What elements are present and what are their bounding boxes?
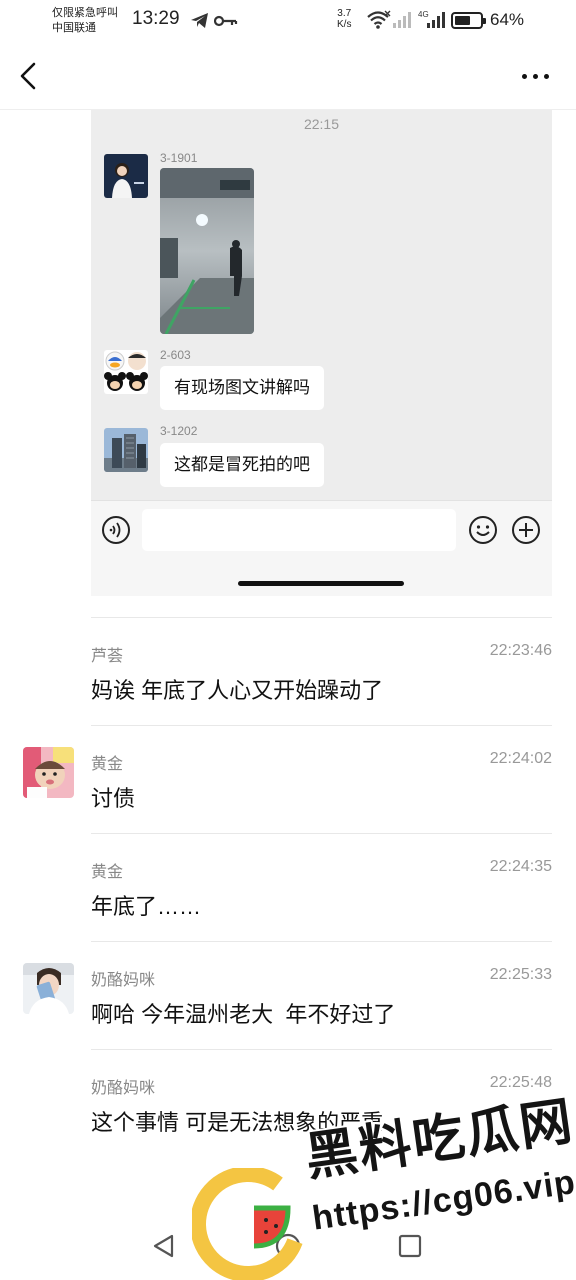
message-time: 22:25:33 [489, 966, 552, 983]
embedded-avatar-1 [104, 154, 148, 198]
add-attachment-icon[interactable] [511, 515, 541, 545]
nav-bar [0, 44, 576, 110]
net-speed-value: 3.7 [337, 8, 352, 19]
message-sender: 黄金 [91, 864, 124, 881]
message-time: 22:23:46 [489, 642, 552, 659]
battery-icon [451, 12, 486, 29]
embedded-avatar-3 [104, 428, 148, 472]
list-item: 奶酪妈咪 22:25:48 这个事情 可是无法想象的严重 [0, 1049, 576, 1157]
message-time: 22:25:48 [489, 1074, 552, 1091]
embedded-input-bar [91, 500, 552, 596]
message-text[interactable]: 年底了…… [91, 889, 201, 921]
voice-input-icon[interactable] [101, 515, 131, 545]
nav-recents-icon[interactable] [396, 1232, 424, 1260]
message-sender: 奶酪妈咪 [91, 972, 156, 989]
list-item: 黄金 22:24:02 讨债 [0, 725, 576, 833]
status-bar: 仅限紧急呼叫 中国联通 13:29 3.7 K/s 4G 64% [0, 0, 576, 44]
message-sender: 奶酪妈咪 [91, 1080, 156, 1097]
embedded-parking-photo[interactable] [160, 168, 254, 334]
message-text[interactable]: 妈诶 年底了人心又开始躁动了 [91, 673, 383, 705]
embedded-sender-2: 2-603 [160, 348, 191, 362]
signal-4g-icon: 4G [418, 10, 445, 28]
emoji-icon[interactable] [468, 515, 498, 545]
embedded-timestamp: 22:15 [303, 116, 340, 132]
embedded-avatar-2 [104, 350, 148, 394]
signal-bars-icon-1 [393, 12, 411, 28]
message-text[interactable]: 讨债 [91, 781, 135, 813]
avatar[interactable] [23, 963, 74, 1014]
carrier-line-1: 仅限紧急呼叫 [52, 7, 118, 19]
carrier-info: 仅限紧急呼叫 中国联通 [52, 6, 118, 36]
list-item: 奶酪妈咪 22:25:33 啊哈 今年温州老大 年不好过了 [0, 941, 576, 1049]
system-navigation-bar [0, 1214, 576, 1280]
embedded-sender-3: 3-1202 [160, 424, 198, 438]
nav-back-icon[interactable] [150, 1232, 178, 1260]
nav-home-icon[interactable] [274, 1232, 302, 1260]
telegram-icon [191, 13, 208, 28]
carrier-line-2: 中国联通 [52, 22, 96, 34]
svg-text:4G: 4G [418, 10, 429, 19]
message-text[interactable]: 这个事情 可是无法想象的严重 [91, 1105, 383, 1137]
message-time: 22:24:02 [489, 750, 552, 767]
message-text[interactable]: 啊哈 今年温州老大 年不好过了 [91, 997, 395, 1029]
message-time: 22:24:35 [489, 858, 552, 875]
message-sender: 芦荟 [91, 648, 124, 665]
list-item: 黄金 22:24:35 年底了…… [0, 833, 576, 941]
avatar[interactable] [23, 747, 74, 798]
embedded-home-indicator [238, 581, 404, 586]
key-icon [214, 15, 238, 27]
embedded-chat-screenshot[interactable]: 22:15 3-1901 2-603 有现场图文讲解吗 3-1202 这都是冒死… [91, 110, 552, 596]
embedded-sender-1: 3-1901 [160, 151, 198, 165]
embedded-message-bubble-2: 有现场图文讲解吗 [160, 366, 324, 410]
embedded-message-bubble-3: 这都是冒死拍的吧 [160, 443, 324, 487]
status-clock: 13:29 [132, 8, 180, 29]
message-sender: 黄金 [91, 756, 124, 773]
more-options-button[interactable] [518, 64, 554, 88]
net-speed-unit: K/s [337, 19, 352, 30]
net-speed: 3.7 K/s [337, 8, 351, 30]
embedded-message-input[interactable] [142, 509, 456, 551]
list-item: 芦荟 22:23:46 妈诶 年底了人心又开始躁动了 [0, 617, 576, 725]
back-arrow-icon[interactable] [14, 58, 48, 94]
wifi-icon [367, 10, 391, 29]
battery-percent: 64% [490, 10, 525, 29]
